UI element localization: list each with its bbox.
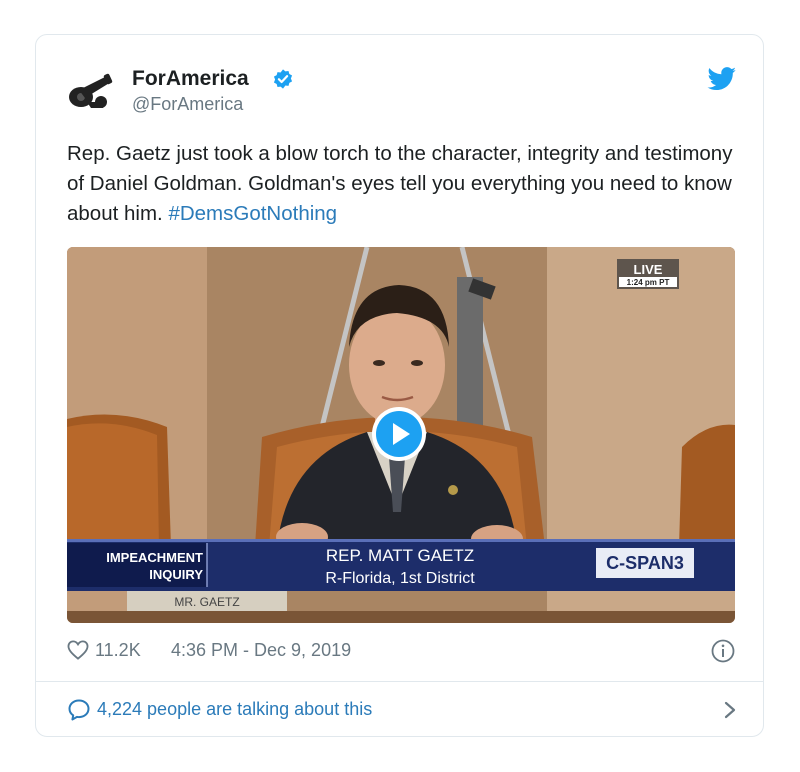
chyron-name: REP. MATT GAETZ [326,546,474,565]
divider [36,681,763,682]
chevron-right-icon [724,701,736,719]
live-time: 1:24 pm PT [627,278,670,287]
conversation-link[interactable]: 4,224 people are talking about this [67,697,737,723]
tweet-body: Rep. Gaetz just took a blow torch to the… [67,142,733,225]
tweet-meta: 11.2K 4:36 PM - Dec 9, 2019 [67,638,737,664]
tweet-text: Rep. Gaetz just took a blow torch to the… [67,139,737,229]
live-label: LIVE [634,262,663,277]
cannon-avatar-icon[interactable] [67,72,113,110]
comment-bubble-icon [68,699,90,721]
twitter-bird-icon[interactable] [707,67,737,91]
nameplate-text: MR. GAETZ [174,595,239,609]
tweet-card: ForAmerica @ForAmerica Rep. Gaetz just t… [35,34,764,737]
chyron-topic-1: IMPEACHMENT [106,550,203,565]
hashtag-link[interactable]: #DemsGotNothing [168,202,337,225]
chyron-district: R-Florida, 1st District [325,570,475,587]
info-icon[interactable] [711,639,735,663]
author-handle[interactable]: @ForAmerica [132,94,243,115]
play-icon[interactable] [370,405,428,463]
heart-icon[interactable] [67,640,89,660]
timestamp-link[interactable]: 4:36 PM - Dec 9, 2019 [171,640,351,661]
network-logo-text: C-SPAN3 [606,553,684,573]
conversation-count: 4,224 people are talking about this [97,699,373,719]
like-count[interactable]: 11.2K [95,640,141,661]
chyron-topic-2: INQUIRY [149,567,203,582]
author-name[interactable]: ForAmerica [132,67,249,91]
verified-icon [273,69,293,89]
